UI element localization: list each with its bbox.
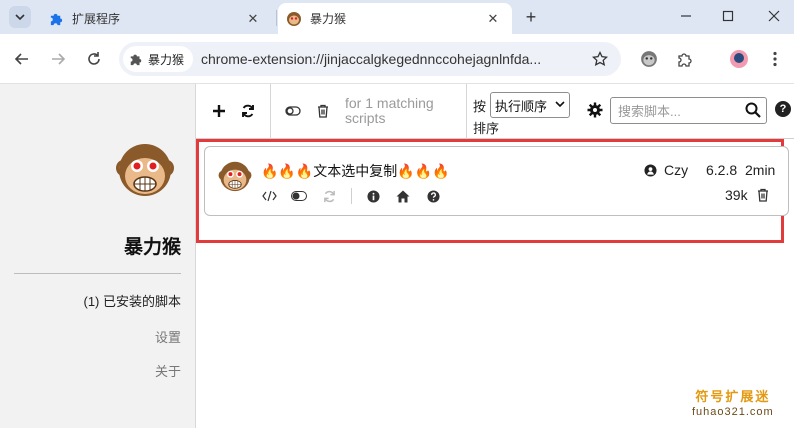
sort-prefix-label: 按 (473, 99, 487, 114)
chevron-down-icon (555, 101, 565, 108)
sidebar: 暴力猴 (1) 已安装的脚本 设置 关于 (0, 84, 196, 428)
refresh-icon (242, 104, 254, 118)
chevron-down-icon (15, 14, 25, 21)
settings-button[interactable] (585, 100, 605, 120)
author-icon (643, 163, 657, 177)
author-name: Czy (664, 162, 689, 178)
watermark-url: fuhao321.com (692, 406, 774, 418)
gear-icon (587, 102, 603, 118)
toolbar-divider (270, 84, 271, 139)
tab-violentmonkey[interactable]: 暴力猴 ✕ (278, 3, 512, 34)
trash-filter-button[interactable] (313, 101, 333, 121)
sidebar-divider (14, 273, 181, 274)
actions-divider (351, 188, 352, 204)
forward-button[interactable] (46, 47, 70, 71)
sidebar-item-about[interactable]: 关于 (155, 361, 181, 380)
star-icon (592, 51, 608, 67)
search-button[interactable] (743, 100, 763, 120)
extension-icon (129, 52, 143, 66)
tab-title: 暴力猴 (310, 12, 347, 26)
check-update-button[interactable] (321, 188, 337, 204)
arrow-right-icon (52, 53, 66, 65)
trash-icon (318, 104, 328, 118)
script-info-button[interactable] (365, 188, 381, 204)
new-script-button[interactable] (209, 101, 229, 121)
watermark-title: 符号扩展迷 (695, 389, 771, 404)
info-icon (366, 189, 380, 203)
filter-status-text: for 1 matching scripts (345, 95, 434, 126)
update-all-button[interactable] (238, 101, 258, 121)
site-chip[interactable]: 暴力猴 (123, 46, 193, 72)
script-homepage-button[interactable] (395, 188, 411, 204)
close-window-button[interactable] (760, 3, 788, 29)
plus-icon (213, 105, 225, 117)
violentmonkey-extension-button[interactable] (637, 47, 661, 71)
sidebar-item-settings[interactable]: 设置 (155, 327, 181, 346)
kebab-menu-icon (773, 51, 777, 67)
sort-order-select[interactable]: 执行顺序 (490, 92, 570, 118)
new-tab-button[interactable]: + (520, 6, 542, 28)
tab-search-button[interactable] (9, 6, 31, 28)
browser-toolbar: 暴力猴 chrome-extension://jinjaccalgkegednn… (0, 34, 794, 84)
tab-extensions[interactable]: 扩展程序 ✕ (40, 3, 272, 34)
reload-icon (88, 52, 100, 65)
bookmark-button[interactable] (589, 48, 611, 70)
script-updated-time: 2min (745, 162, 776, 178)
close-icon[interactable]: ✕ (244, 10, 262, 28)
delete-script-button[interactable] (755, 187, 771, 203)
minimize-button[interactable] (672, 3, 700, 29)
back-button[interactable] (10, 47, 34, 71)
script-support-button[interactable] (425, 188, 441, 204)
profile-avatar[interactable] (727, 47, 751, 71)
address-bar[interactable]: 暴力猴 chrome-extension://jinjaccalgkegednn… (119, 42, 621, 76)
watermark: 符号扩展迷 fuhao321.com (692, 386, 774, 418)
trash-icon (758, 188, 768, 202)
tab-title: 扩展程序 (72, 12, 121, 26)
search-icon (745, 102, 761, 118)
scripts-toolbar: for 1 matching scripts 按 执行顺序 排序 搜索脚本...… (196, 84, 794, 139)
refresh-icon (323, 190, 335, 202)
script-name: 🔥🔥🔥文本选中复制🔥🔥🔥 (261, 163, 450, 179)
maximize-button[interactable] (714, 3, 742, 29)
puzzle-icon (48, 11, 64, 27)
site-chip-label: 暴力猴 (148, 52, 185, 67)
filter-toggle-button[interactable] (283, 101, 303, 121)
toggle-icon (285, 106, 301, 116)
url-text: chrome-extension://jinjaccalgkegednnccoh… (201, 51, 542, 67)
script-author[interactable]: Czy (643, 162, 688, 178)
home-icon (396, 190, 410, 202)
sidebar-title: 暴力猴 (123, 237, 181, 258)
tab-strip: 扩展程序 ✕ 暴力猴 ✕ + (0, 0, 794, 34)
extensions-menu-button[interactable] (673, 47, 697, 71)
sort-selected-value: 执行顺序 (495, 98, 548, 114)
script-size: 39k (725, 187, 748, 203)
code-icon (261, 190, 277, 202)
script-card[interactable]: 🔥🔥🔥文本选中复制🔥🔥🔥 Czy 6.2.8 2min 39k (204, 146, 789, 216)
help-button[interactable]: ? (775, 101, 791, 117)
maximize-icon (722, 10, 734, 22)
question-icon (426, 189, 440, 203)
script-icon (218, 159, 252, 200)
violentmonkey-logo (115, 140, 175, 207)
monkey-icon (286, 11, 302, 27)
edit-script-button[interactable] (261, 188, 277, 204)
minimize-icon (681, 15, 691, 17)
sidebar-item-installed-scripts[interactable]: (1) 已安装的脚本 (83, 291, 181, 310)
script-version: 6.2.8 (706, 162, 738, 178)
close-icon (768, 10, 780, 22)
puzzle-icon (678, 53, 692, 67)
reload-button[interactable] (82, 47, 106, 71)
toggle-on-icon (291, 191, 307, 201)
sort-suffix-label: 排序 (473, 121, 500, 136)
monkey-icon (641, 51, 657, 67)
close-icon[interactable]: ✕ (484, 10, 502, 28)
toolbar-divider (466, 84, 467, 139)
tab-divider (276, 10, 277, 26)
avatar-icon (730, 50, 748, 68)
browser-menu-button[interactable] (763, 47, 787, 71)
arrow-left-icon (14, 53, 28, 65)
enable-toggle[interactable] (291, 188, 307, 204)
